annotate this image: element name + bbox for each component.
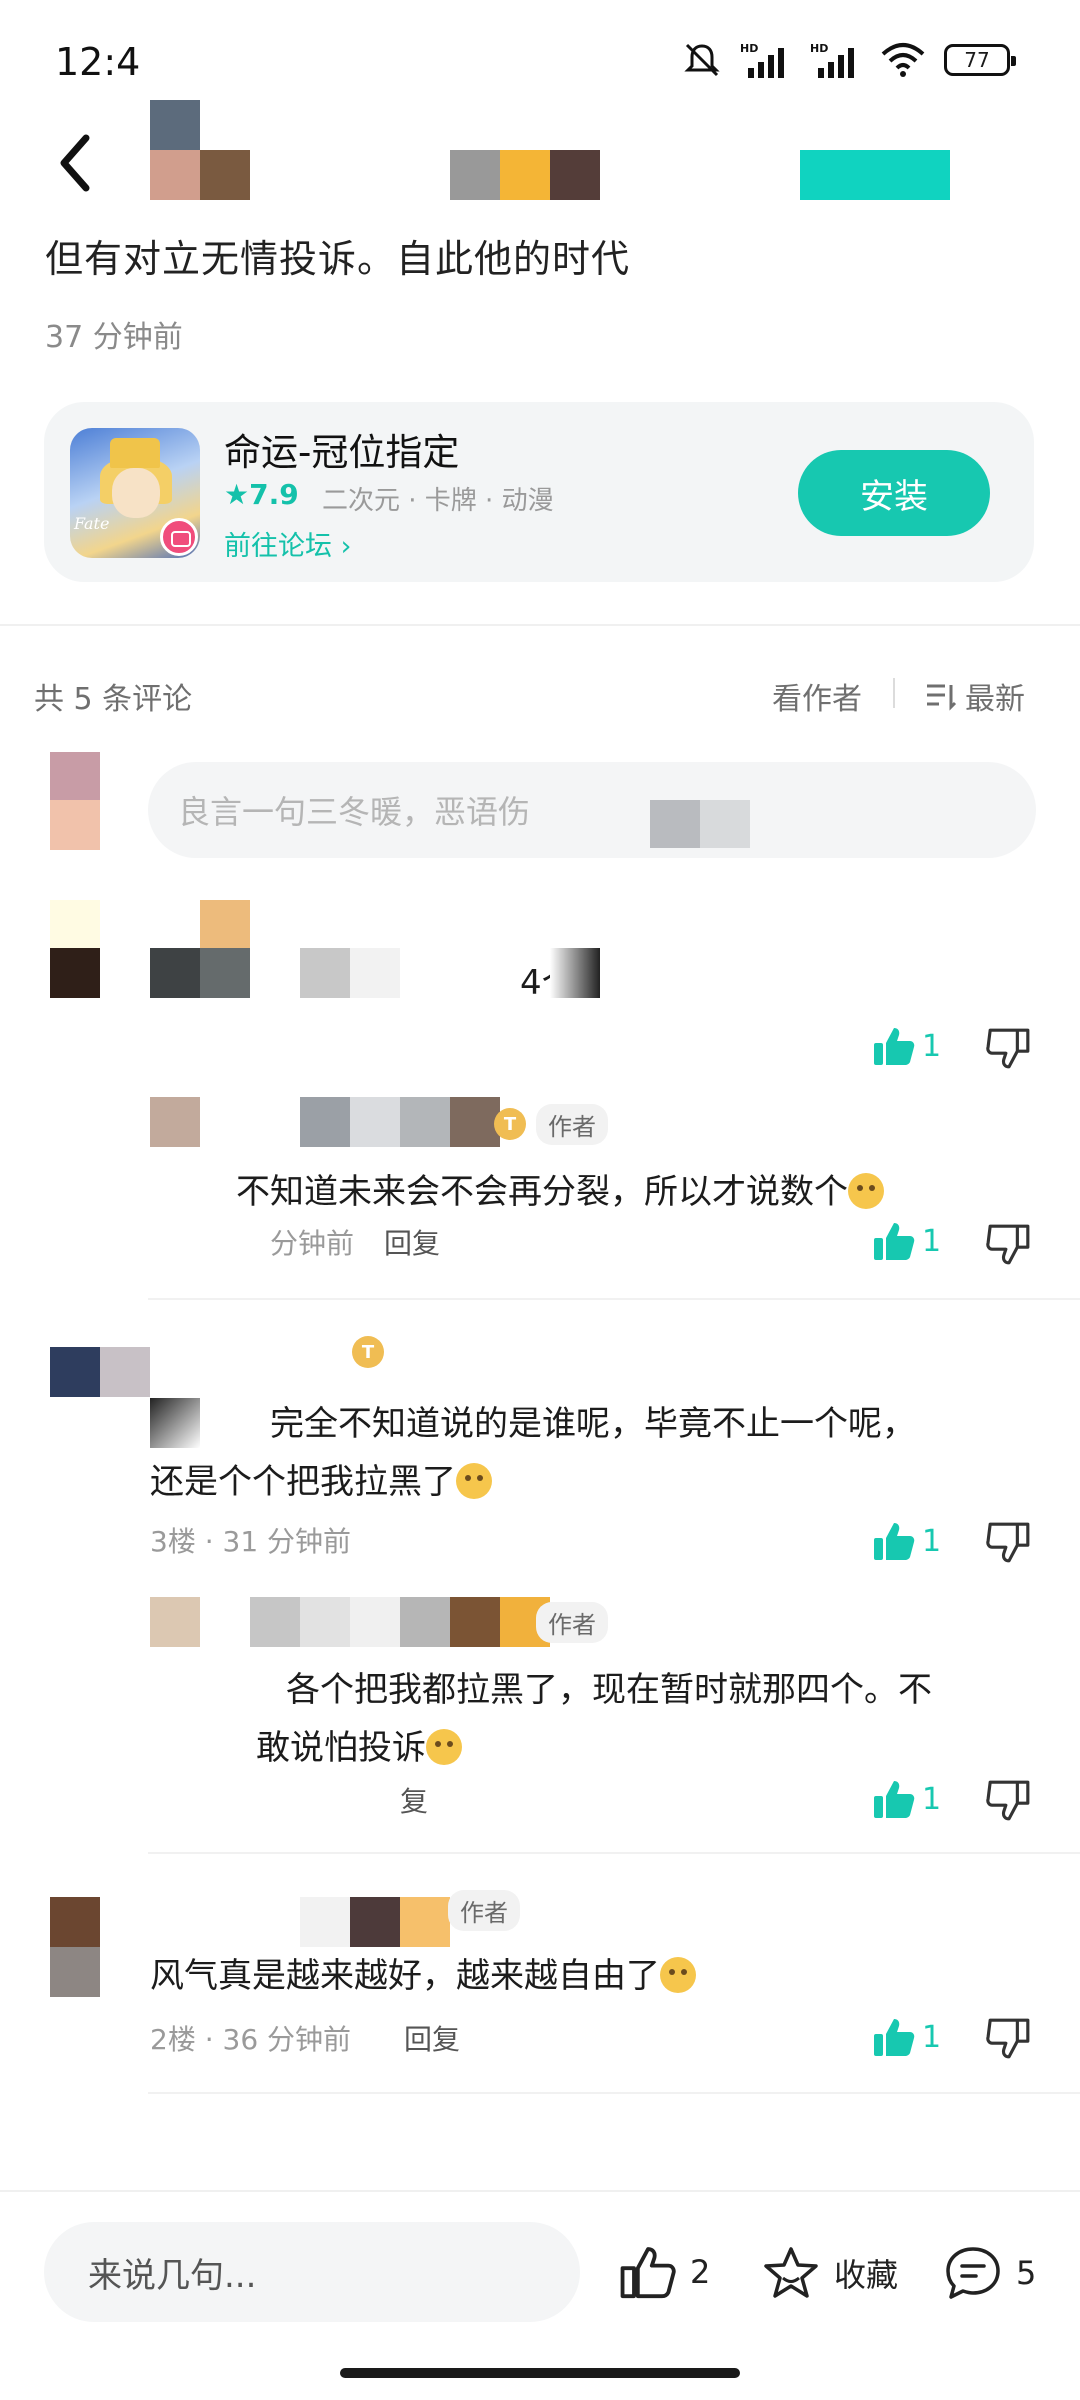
comment-1-username-redacted: [150, 900, 250, 998]
forum-link[interactable]: 前往论坛 ›: [224, 524, 351, 563]
signal-icon-2: HD: [810, 42, 854, 78]
reply-2-reply-button[interactable]: 复: [400, 1780, 428, 1820]
reply-1-like-count: 1: [922, 1223, 942, 1259]
emoji-icon: [660, 1957, 696, 1993]
post-like-button[interactable]: 2: [620, 2245, 710, 2299]
reply-2-username-redacted: [250, 1597, 550, 1647]
comment-3-avatar[interactable]: [50, 1347, 150, 1397]
comments-count: 共 5 条评论: [34, 682, 193, 717]
mute-bell-icon: [684, 43, 720, 77]
comment-2-like-button[interactable]: 1: [872, 2016, 941, 2058]
emoji-icon: [426, 1729, 462, 1765]
author-name-redacted: [450, 150, 600, 200]
favorite-button[interactable]: 收藏: [762, 2245, 898, 2301]
reply-1-like-button[interactable]: 1: [872, 1220, 941, 1262]
comment-3-text-line1: 完全不知道说的是谁呢，毕竟不止一个呢，: [270, 1404, 916, 1444]
reply-2-text-line1: 各个把我都拉黑了，现在暂时就那四个。不: [286, 1670, 932, 1710]
comment-2-text: 风气真是越来越好，越来越自由了: [150, 1948, 696, 1997]
comments-button[interactable]: 5: [944, 2245, 1036, 2301]
comment-3-like-count: 1: [922, 1523, 942, 1559]
home-indicator[interactable]: [340, 2368, 740, 2378]
emoji-icon: [848, 1173, 884, 1209]
comment-1-like-button[interactable]: 1: [872, 1025, 941, 1067]
only-author-filter[interactable]: 看作者: [772, 674, 862, 718]
signal-icon: HD: [740, 42, 784, 78]
comment-2-thumbs-down-icon[interactable]: [986, 2016, 1032, 2060]
reply-1-text: 不知道未来会不会再分裂，所以才说数个: [236, 1164, 884, 1213]
game-name[interactable]: 命运-冠位指定: [224, 422, 459, 476]
thumbs-up-icon: [874, 1523, 915, 1560]
reply-2-like-count: 1: [922, 1781, 942, 1817]
reply-1-author-tag: 作者: [536, 1104, 608, 1145]
comment-1-avatar[interactable]: [50, 900, 100, 998]
comment-3-badge-icon: T: [352, 1336, 384, 1368]
svg-text:HD: HD: [810, 42, 828, 55]
game-tags: 二次元 · 卡牌 · 动漫: [322, 486, 554, 516]
follow-button[interactable]: [800, 150, 950, 200]
chat-bubble-icon: [946, 2247, 1000, 2299]
reply-2-text-line2: 敢说怕投诉: [256, 1720, 462, 1769]
thumbs-up-icon: [874, 1223, 915, 1260]
comment-1-like-count: 1: [922, 1028, 942, 1064]
post-excerpt: 但有对立无情投诉。自此他的时代: [45, 237, 631, 281]
reply-1-badge-icon: T: [494, 1108, 526, 1140]
reply-1-username-redacted: [300, 1097, 500, 1147]
reply-1-thumbs-down-icon[interactable]: [986, 1222, 1032, 1266]
comment-2-author-tag: 作者: [448, 1890, 520, 1931]
comment-2-meta: 2楼 · 36 分钟前: [150, 2023, 352, 2056]
comment-1-text-redacted: [300, 948, 400, 998]
thumbs-up-icon: [874, 1781, 915, 1818]
star-icon: [764, 2247, 818, 2298]
author-avatar[interactable]: [150, 100, 250, 200]
thumbs-up-icon: [874, 2019, 915, 2056]
post-time: 37 分钟前: [45, 320, 183, 355]
my-avatar: [50, 752, 100, 850]
tv-badge-icon: [160, 518, 198, 556]
reply-input[interactable]: 良言一句三冬暖，恶语伤: [148, 762, 1036, 858]
status-icons: HD HD 77: [682, 40, 1016, 80]
comment-2-reply-button[interactable]: 回复: [404, 2018, 460, 2058]
comment-3-meta: 3楼 · 31 分钟前: [150, 1525, 352, 1558]
reply-1-meta: 分钟前: [270, 1227, 355, 1260]
reply-2-author-tag: 作者: [536, 1602, 608, 1643]
comment-2-avatar[interactable]: [50, 1897, 100, 1997]
reply-2-avatar[interactable]: [150, 1597, 200, 1647]
section-divider: [0, 624, 1080, 626]
game-rating: ★7.9: [224, 478, 299, 511]
divider: [148, 2092, 1080, 2094]
reply-2-thumbs-down-icon[interactable]: [986, 1778, 1032, 1822]
thumbs-up-icon: [620, 2247, 676, 2299]
battery-icon: 77: [944, 44, 1016, 76]
svg-text:HD: HD: [740, 42, 758, 55]
divider: [148, 1852, 1080, 1854]
game-icon[interactable]: Fate: [70, 428, 200, 558]
sort-icon: [927, 684, 957, 711]
battery-level: 77: [964, 48, 990, 72]
post-like-count: 2: [690, 2253, 711, 2291]
back-button[interactable]: [48, 128, 108, 198]
comment-3-text-line2: 还是个个把我拉黑了: [150, 1454, 492, 1503]
wifi-icon: [881, 43, 925, 77]
redacted-block: [650, 800, 750, 848]
reply-1-reply-button[interactable]: 回复: [384, 1222, 440, 1262]
comment-input[interactable]: 来说几句...: [44, 2222, 580, 2322]
comment-2-username-redacted: [300, 1897, 450, 1947]
comment-3-like-button[interactable]: 1: [872, 1520, 941, 1562]
comment-1-thumbs-down-icon[interactable]: [986, 1026, 1032, 1070]
status-time: 12:4: [55, 40, 141, 84]
comment-2-like-count: 1: [922, 2019, 942, 2055]
favorite-label: 收藏: [834, 2256, 899, 2294]
comment-3-thumbs-down-icon[interactable]: [986, 1520, 1032, 1564]
sort-divider: [893, 678, 895, 708]
comments-count-bottom: 5: [1016, 2254, 1037, 2292]
reply-1-avatar[interactable]: [150, 1097, 200, 1147]
sort-label: 最新: [965, 682, 1025, 717]
reply-2-like-button[interactable]: 1: [872, 1778, 941, 1820]
divider: [148, 1298, 1080, 1300]
thumbs-up-icon: [874, 1028, 915, 1065]
chevron-left-icon: [60, 134, 90, 192]
install-button[interactable]: 安装: [798, 450, 990, 536]
emoji-icon: [456, 1463, 492, 1499]
sort-button[interactable]: 最新: [925, 674, 1025, 718]
